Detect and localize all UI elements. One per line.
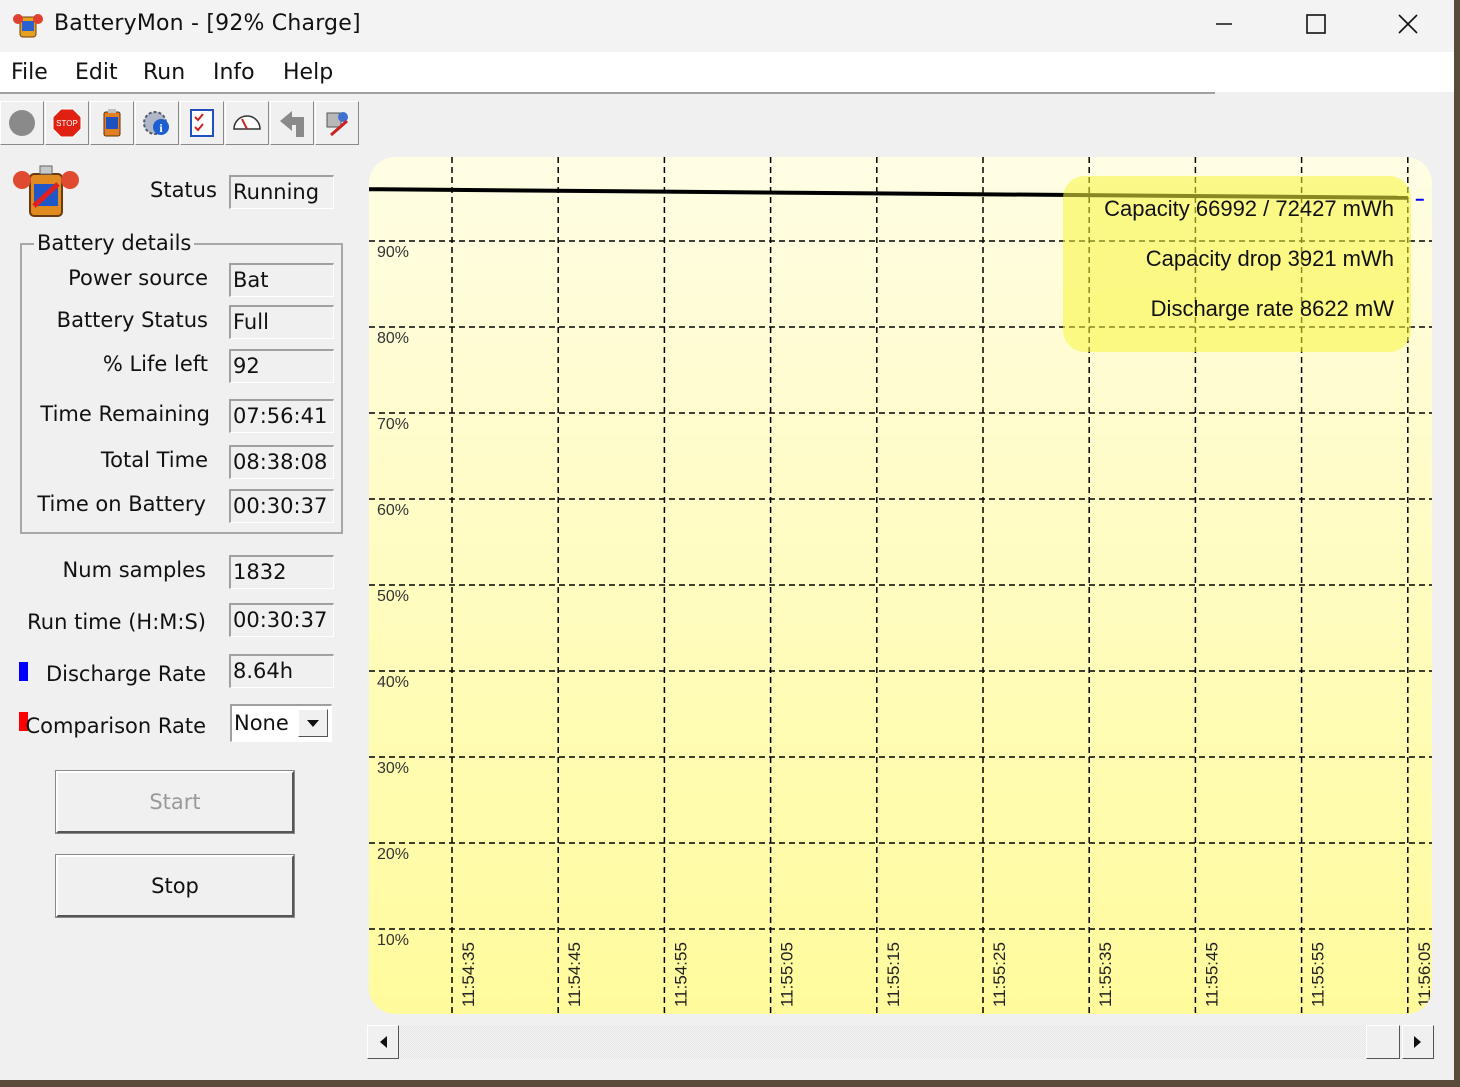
toolbar-stop-button[interactable]: STOP bbox=[45, 101, 89, 145]
batterymon-app-icon bbox=[13, 14, 43, 38]
chart-tooltip: Capacity 66992 / 72427 mWh Capacity drop… bbox=[1063, 176, 1411, 352]
tooltip-discharge-rate: Discharge rate 8622 mW bbox=[1150, 296, 1394, 321]
y-tick-label: 60% bbox=[377, 502, 409, 519]
y-tick-label: 80% bbox=[377, 330, 409, 347]
total-time-label: Total Time bbox=[100, 448, 208, 472]
menu-run[interactable]: Run bbox=[143, 60, 185, 85]
x-tick-label: 11:55:45 bbox=[1202, 942, 1221, 1007]
back-icon bbox=[280, 111, 304, 137]
scroll-thumb[interactable] bbox=[1366, 1025, 1400, 1059]
menu-info[interactable]: Info bbox=[213, 60, 255, 85]
chevron-down-icon bbox=[307, 720, 319, 727]
toolbar-gauge-button[interactable] bbox=[225, 101, 269, 145]
x-tick-label: 11:54:55 bbox=[671, 942, 690, 1007]
batterymon-window: BatteryMon - [92% Charge] File Edit Run … bbox=[0, 0, 1454, 1080]
maximize-icon bbox=[1306, 14, 1326, 34]
time-on-battery-label: Time on Battery bbox=[37, 492, 206, 516]
menu-edit[interactable]: Edit bbox=[75, 60, 118, 85]
life-left-field: 92 bbox=[229, 349, 334, 383]
record-icon bbox=[9, 110, 35, 136]
scroll-left-button[interactable] bbox=[367, 1025, 399, 1059]
tooltip-capacity-drop: Capacity drop 3921 mWh bbox=[1145, 246, 1394, 271]
comparison-rate-dropdown-button[interactable] bbox=[298, 709, 328, 737]
x-tick-label: 11:55:55 bbox=[1309, 942, 1328, 1007]
x-tick-label: 11:55:35 bbox=[1096, 942, 1115, 1007]
toolbar-back-button[interactable] bbox=[270, 101, 314, 145]
y-tick-label: 20% bbox=[377, 846, 409, 863]
x-tick-label: 11:54:35 bbox=[459, 942, 478, 1007]
battery-status-label: Battery Status bbox=[56, 308, 208, 332]
minimize-icon bbox=[1216, 23, 1232, 25]
menu-bar: File Edit Run Info Help bbox=[0, 52, 1454, 92]
battery-logo-icon bbox=[13, 165, 79, 217]
discharge-rate-field: 8.64h bbox=[229, 654, 334, 688]
settings-info-icon: i bbox=[143, 111, 169, 135]
tooltip-capacity: Capacity 66992 / 72427 mWh bbox=[1104, 196, 1394, 221]
y-tick-label: 30% bbox=[377, 760, 409, 777]
maximize-button[interactable] bbox=[1270, 0, 1362, 48]
toolbar-checklist-button[interactable] bbox=[180, 101, 224, 145]
arrow-right-icon bbox=[1414, 1036, 1421, 1048]
tools-icon bbox=[326, 112, 348, 137]
minimize-button[interactable] bbox=[1178, 0, 1270, 48]
time-remaining-label: Time Remaining bbox=[40, 402, 210, 426]
toolbar-settings-info-button[interactable]: i bbox=[135, 101, 179, 145]
toolbar-record-button[interactable] bbox=[0, 101, 44, 145]
total-time-field: 08:38:08 bbox=[229, 445, 334, 479]
title-bar: BatteryMon - [92% Charge] bbox=[0, 0, 1454, 52]
y-tick-label: 70% bbox=[377, 416, 409, 433]
gauge-icon bbox=[233, 115, 261, 130]
status-field: Running bbox=[229, 175, 334, 209]
status-label: Status bbox=[150, 178, 217, 202]
toolbar-tools-button[interactable] bbox=[315, 101, 359, 145]
svg-text:STOP: STOP bbox=[56, 119, 78, 128]
stop-icon: STOP bbox=[52, 108, 82, 138]
x-tick-label: 11:55:15 bbox=[884, 942, 903, 1007]
menu-help[interactable]: Help bbox=[283, 60, 333, 85]
x-tick-label: 11:55:05 bbox=[778, 942, 797, 1007]
power-source-field: Bat bbox=[229, 263, 334, 297]
close-icon bbox=[1398, 14, 1418, 34]
window-title: BatteryMon - [92% Charge] bbox=[54, 11, 361, 36]
battery-icon bbox=[103, 109, 121, 137]
battery-status-field: Full bbox=[229, 305, 334, 339]
y-tick-label: 40% bbox=[377, 674, 409, 691]
y-tick-label: 10% bbox=[377, 932, 409, 949]
num-samples-label: Num samples bbox=[62, 558, 206, 582]
run-time-field: 00:30:37 bbox=[229, 603, 334, 637]
arrow-left-icon bbox=[380, 1036, 387, 1048]
run-time-label: Run time (H:M:S) bbox=[27, 610, 206, 634]
discharge-rate-swatch bbox=[19, 662, 28, 681]
x-tick-label: 11:56:05 bbox=[1415, 942, 1432, 1007]
x-tick-label: 11:54:45 bbox=[565, 942, 584, 1007]
comparison-rate-label: Comparison Rate bbox=[25, 714, 206, 738]
time-remaining-field: 07:56:41 bbox=[229, 399, 334, 433]
y-tick-label: 50% bbox=[377, 588, 409, 605]
menu-file[interactable]: File bbox=[11, 60, 48, 85]
discharge-rate-label: Discharge Rate bbox=[45, 662, 206, 686]
battery-details-title: Battery details bbox=[34, 231, 195, 255]
close-button[interactable] bbox=[1362, 0, 1454, 48]
x-tick-label: 11:55:25 bbox=[990, 942, 1009, 1007]
num-samples-field: 1832 bbox=[229, 555, 334, 589]
time-on-battery-field: 00:30:37 bbox=[229, 489, 334, 523]
chart-horizontal-scrollbar[interactable] bbox=[367, 1025, 1435, 1059]
toolbar-battery-button[interactable] bbox=[90, 101, 134, 145]
comparison-rate-value: None bbox=[234, 711, 289, 735]
power-source-label: Power source bbox=[68, 266, 208, 290]
scroll-right-button[interactable] bbox=[1402, 1025, 1434, 1059]
menu-separator bbox=[0, 92, 1215, 94]
stop-button[interactable]: Stop bbox=[55, 854, 295, 918]
checklist-icon bbox=[190, 109, 214, 137]
life-left-label: % Life left bbox=[102, 352, 208, 376]
y-tick-label: 90% bbox=[377, 244, 409, 261]
start-button[interactable]: Start bbox=[55, 770, 295, 834]
